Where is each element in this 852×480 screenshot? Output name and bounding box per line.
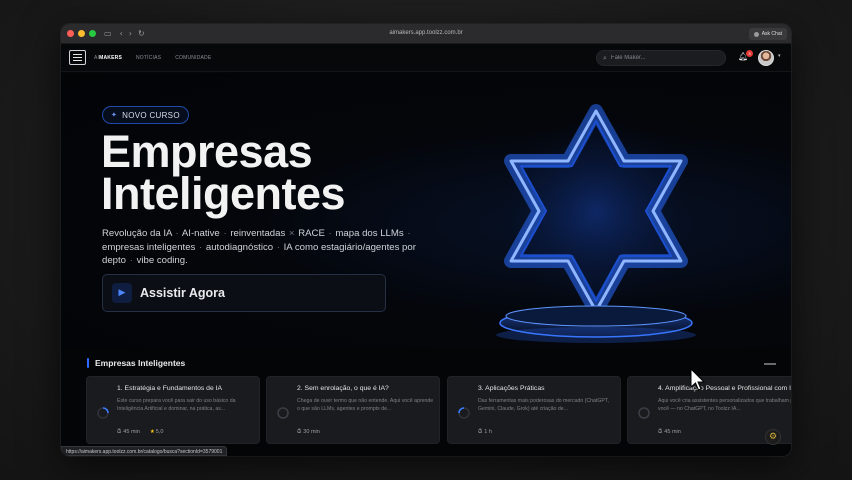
- topic: empresas inteligentes: [102, 241, 196, 253]
- watch-now-label: Assistir Agora: [140, 286, 225, 300]
- new-course-label: NOVO CURSO: [122, 110, 180, 120]
- gear-icon[interactable]: ⚙: [765, 429, 781, 445]
- clock-icon: ⏰︎: [297, 429, 302, 435]
- topic: vibe coding.: [136, 255, 188, 266]
- topic: mapa dos LLMs: [335, 228, 404, 239]
- brand-logo[interactable]: AIMAKERS: [94, 55, 122, 61]
- topic: Revolução da IA: [102, 228, 172, 239]
- sparkle-icon: ✦: [111, 111, 118, 119]
- play-icon: ▶: [112, 283, 132, 303]
- card-meta: ⏰︎ 30 min: [297, 429, 320, 435]
- card-title: 2. Sem enrolação, o que é IA?: [297, 385, 389, 392]
- top-nav: AIMAKERS NOTÍCIAS COMUNIDADE ⌕ 🔔︎ 3 ▾: [61, 44, 791, 72]
- topic: reinventadas: [230, 228, 286, 239]
- card-title: 3. Aplicações Práticas: [478, 385, 545, 392]
- progress-ring-icon: [458, 407, 470, 419]
- hero-title: Empresas Inteligentes: [101, 126, 421, 219]
- status-bar-url: https://aimakers.app.toolzz.com.br/catal…: [61, 446, 228, 456]
- search-input[interactable]: [610, 55, 711, 61]
- topic: AI-native: [181, 228, 220, 239]
- mouse-cursor-icon: [690, 368, 706, 391]
- topic: RACE: [298, 228, 325, 239]
- hero-title-line2: Inteligentes: [101, 168, 346, 219]
- address-bar[interactable]: aimakers.app.toolzz.com.br: [61, 30, 791, 36]
- search-icon: ⌕: [603, 53, 607, 62]
- ask-chat-label: Ask Chat: [761, 31, 782, 37]
- clock-icon: ⏰︎: [478, 429, 483, 435]
- glass-star-illustration: [486, 101, 706, 343]
- course-card-3[interactable]: 3. Aplicações Práticas Das ferramentas m…: [447, 376, 621, 444]
- user-avatar[interactable]: [758, 50, 774, 66]
- card-meta: ⏰︎ 45 min: [658, 429, 681, 435]
- card-description: Das ferramentas mais poderosas do mercad…: [478, 398, 609, 412]
- section-title-label: Empresas Inteligentes: [95, 358, 186, 368]
- notification-badge: 3: [746, 50, 753, 57]
- clock-icon: ⏰︎: [117, 429, 122, 435]
- card-description: Este curso prepara você para sair do uso…: [117, 398, 236, 412]
- watch-now-button[interactable]: ▶ Assistir Agora: [102, 274, 386, 312]
- menu-icon[interactable]: [69, 50, 86, 65]
- card-title: 1. Estratégia e Fundamentos de IA: [117, 385, 223, 392]
- chevron-down-icon[interactable]: ▾: [778, 53, 781, 59]
- browser-window: ▭ ‹ › ↻ aimakers.app.toolzz.com.br Ask C…: [61, 24, 791, 456]
- carousel-indicator[interactable]: [764, 363, 776, 365]
- section-title: Empresas Inteligentes: [87, 358, 185, 368]
- course-card-2[interactable]: 2. Sem enrolação, o que é IA? Chega de o…: [266, 376, 440, 444]
- clock-icon: ⏰︎: [658, 429, 663, 435]
- section-accent-bar: [87, 358, 89, 368]
- new-course-badge: ✦ NOVO CURSO: [102, 106, 189, 124]
- course-section: Empresas Inteligentes 1. Estratégia e Fu…: [61, 349, 791, 456]
- card-meta: ⏰︎ 45 min ★5,0: [117, 429, 164, 435]
- hero-title-line1: Empresas: [101, 126, 313, 177]
- progress-ring-icon: [97, 407, 109, 419]
- card-description: Aqui você cria assistentes personalizado…: [658, 398, 791, 412]
- topic: autodiagnóstico: [205, 241, 274, 253]
- progress-ring-icon: [638, 407, 650, 419]
- chat-icon: [753, 31, 759, 37]
- star-icon: ★: [149, 429, 155, 435]
- search-box[interactable]: ⌕: [596, 50, 726, 66]
- progress-ring-icon: [277, 407, 289, 419]
- hero-banner: ✦ NOVO CURSO Empresas Inteligentes Revol…: [61, 73, 791, 349]
- card-description: Chega de ouvir termo que não entende. Aq…: [297, 398, 434, 412]
- course-card-1[interactable]: 1. Estratégia e Fundamentos de IA Este c…: [86, 376, 260, 444]
- nav-link-comunidade[interactable]: COMUNIDADE: [175, 55, 211, 61]
- hero-topics: Revolução da IA · AI-native · reinventad…: [102, 228, 416, 266]
- browser-titlebar: ▭ ‹ › ↻ aimakers.app.toolzz.com.br Ask C…: [61, 24, 791, 44]
- ask-chat-button[interactable]: Ask Chat: [748, 28, 787, 40]
- card-meta: ⏰︎ 1 h: [478, 429, 492, 435]
- nav-link-noticias[interactable]: NOTÍCIAS: [136, 55, 161, 61]
- card-title: 4. Amplificação Pessoal e Profissional c…: [658, 385, 791, 392]
